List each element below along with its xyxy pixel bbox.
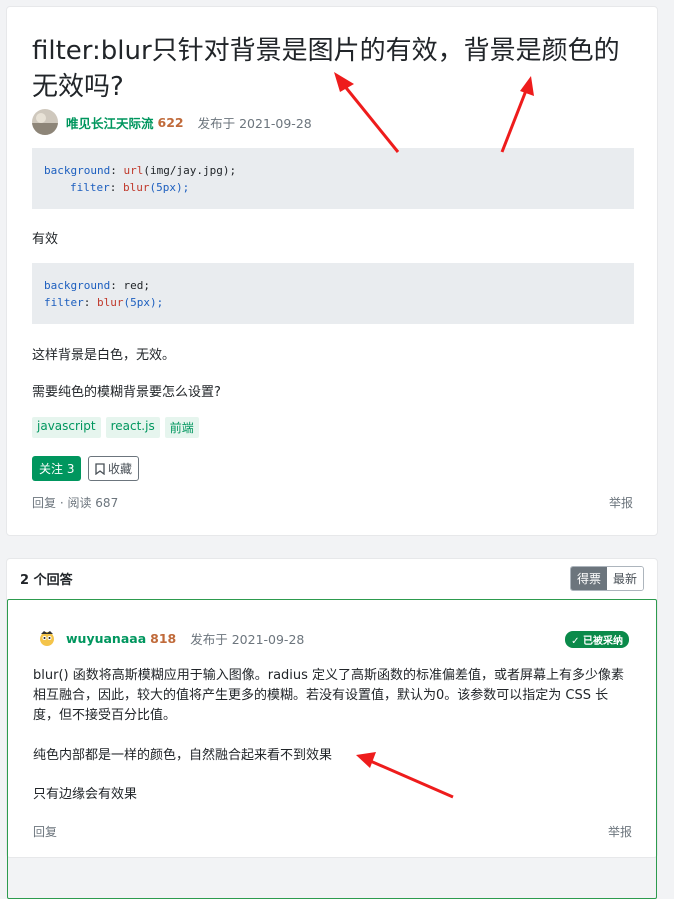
reply-link[interactable]: 回复 [32,496,56,510]
answer-paragraph: 纯色内部都是一样的颜色，自然融合起来看不到效果 [33,748,333,763]
author-reputation: 622 [157,114,184,130]
question-paragraph: 有效 [32,232,59,247]
question-actions: 回复 · 阅读 687 [32,494,118,511]
answers-count: 2 个回答 [20,573,73,588]
follow-button[interactable]: 关注 3 [32,456,82,481]
question-card: filter:blur只针对背景是图片的有效，背景是颜色的无效吗? 唯见长江天际… [6,6,658,536]
question-paragraph: 这样背景是白色，无效。 [32,348,176,363]
accepted-answer: wuyuanaaa 818 发布于 2021-09-28 ✓ 已被采纳 blur… [7,599,657,899]
tag-frontend[interactable]: 前端 [164,417,199,438]
read-count: 阅读 687 [67,496,119,510]
question-title: filter:blur只针对背景是图片的有效，背景是颜色的无效吗? [32,36,620,102]
code-block: background: url(img/jay.jpg); filter: bl… [32,148,634,209]
check-icon: ✓ [571,636,580,647]
publish-time: 发布于 2021-09-28 [197,115,312,131]
bookmark-icon [95,462,105,475]
answer-publish-time: 发布于 2021-09-28 [190,631,305,647]
question-meta: 唯见长江天际流 622 发布于 2021-09-28 [32,108,312,136]
answer-avatar[interactable] [38,629,56,647]
sort-toggle: 得票 最新 [569,566,644,591]
answer-reputation: 818 [150,630,177,646]
answer-author[interactable]: wuyuanaaa [66,631,146,646]
author-name[interactable]: 唯见长江天际流 [66,113,154,132]
answer-paragraph: blur() 函数将高斯模糊应用于输入图像。radius 定义了高斯函数的标准偏… [33,668,625,723]
tag-list: javascript react.js 前端 [32,417,199,438]
tag-javascript[interactable]: javascript [32,417,101,438]
author-avatar[interactable] [32,109,58,135]
answer-report-link[interactable]: 举报 [608,823,632,840]
favorite-button[interactable]: 收藏 [88,456,140,481]
tag-react[interactable]: react.js [105,417,160,438]
favorite-label: 收藏 [108,462,133,476]
answer-reply-link[interactable]: 回复 [33,823,57,840]
answers-card: 2 个回答 得票 最新 wuyuanaaa 818 发布于 2021-09-28… [6,558,658,899]
question-paragraph: 需要纯色的模糊背景要怎么设置? [32,385,221,400]
accepted-badge: ✓ 已被采纳 [565,631,629,648]
report-link[interactable]: 举报 [609,494,633,511]
answer-paragraph: 只有边缘会有效果 [33,787,138,802]
sort-by-votes[interactable]: 得票 [570,567,607,590]
code-block: background: red; filter: blur(5px); [32,263,634,324]
answer-meta: wuyuanaaa 818 发布于 2021-09-28 [38,628,304,648]
sort-by-latest[interactable]: 最新 [606,567,643,590]
